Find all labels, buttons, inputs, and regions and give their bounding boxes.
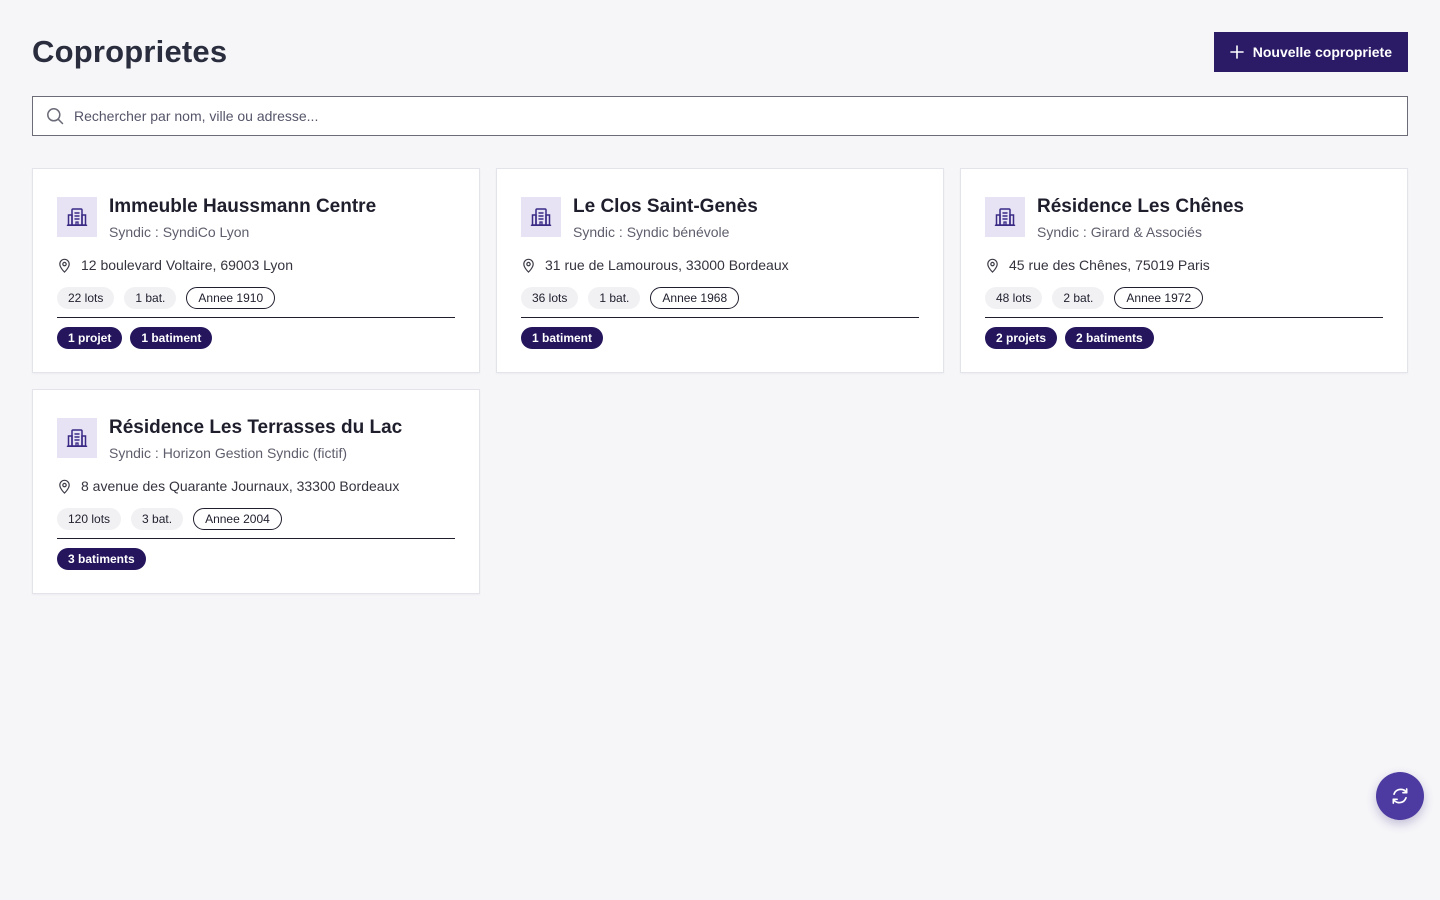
building-icon-box <box>521 197 561 237</box>
map-pin-icon <box>523 258 534 273</box>
building-icon <box>530 208 552 226</box>
page-title: Coproprietes <box>32 34 228 69</box>
count-badge: 3 batiments <box>57 548 146 570</box>
card-heading: Immeuble Haussmann Centre Syndic : SyndiC… <box>109 196 377 241</box>
building-icon <box>66 429 88 447</box>
card-address: 31 rue de Lamourous, 33000 Bordeaux <box>521 257 919 273</box>
card-heading: Résidence Les Chênes Syndic : Girard & As… <box>1037 196 1244 241</box>
copropriete-card[interactable]: Résidence Les Terrasses du Lac Syndic : H… <box>32 389 480 594</box>
map-pin-icon <box>59 258 70 273</box>
card-badges: 2 projets 2 batiments <box>985 327 1383 349</box>
card-title: Résidence Les Chênes <box>1037 196 1244 217</box>
copropriete-grid: Immeuble Haussmann Centre Syndic : SyndiC… <box>32 168 1408 594</box>
card-title: Immeuble Haussmann Centre <box>109 196 377 217</box>
card-title: Résidence Les Terrasses du Lac <box>109 417 403 438</box>
count-badge: 2 projets <box>985 327 1058 349</box>
new-copropriete-label: Nouvelle copropriete <box>1252 44 1392 60</box>
plus-icon <box>1229 45 1244 59</box>
building-icon <box>994 208 1016 226</box>
building-icon-box <box>57 418 97 458</box>
lots-chip: 22 lots <box>57 287 115 309</box>
year-chip: Annee 1910 <box>186 287 276 309</box>
count-badge: 1 batiment <box>521 327 604 349</box>
building-icon-box <box>57 197 97 237</box>
copropriete-card[interactable]: Immeuble Haussmann Centre Syndic : SyndiC… <box>32 168 480 373</box>
building-icon-box <box>985 197 1025 237</box>
year-chip: Annee 1972 <box>1114 287 1204 309</box>
card-badges: 1 projet 1 batiment <box>57 327 455 349</box>
card-address: 8 avenue des Quarante Journaux, 33300 Bo… <box>57 478 455 494</box>
count-badge: 1 batiment <box>130 327 213 349</box>
search-bar <box>32 96 1408 136</box>
copropriete-card[interactable]: Le Clos Saint-Genès Syndic : Syndic bénév… <box>496 168 944 373</box>
count-badge: 1 projet <box>57 327 123 349</box>
card-address: 12 boulevard Voltaire, 69003 Lyon <box>57 257 455 273</box>
bat-chip: 1 bat. <box>124 287 177 309</box>
card-address: 45 rue des Chênes, 75019 Paris <box>985 257 1383 273</box>
bat-chip: 3 bat. <box>131 508 184 530</box>
card-chips: 36 lots 1 bat. Annee 1968 <box>521 287 919 318</box>
address-text: 12 boulevard Voltaire, 69003 Lyon <box>81 257 293 273</box>
year-chip: Annee 1968 <box>650 287 740 309</box>
address-text: 8 avenue des Quarante Journaux, 33300 Bo… <box>81 478 400 494</box>
card-chips: 48 lots 2 bat. Annee 1972 <box>985 287 1383 318</box>
map-pin-icon <box>59 479 70 494</box>
building-icon <box>66 208 88 226</box>
card-syndic: Syndic : Syndic bénévole <box>573 224 730 240</box>
card-heading: Résidence Les Terrasses du Lac Syndic : H… <box>109 417 403 462</box>
refresh-button[interactable] <box>1376 772 1424 820</box>
new-copropriete-button[interactable]: Nouvelle copropriete <box>1213 32 1408 72</box>
search-input[interactable] <box>74 97 1407 135</box>
card-title: Le Clos Saint-Genès <box>573 196 758 217</box>
card-chips: 22 lots 1 bat. Annee 1910 <box>57 287 455 318</box>
card-header: Résidence Les Chênes Syndic : Girard & As… <box>985 197 1383 240</box>
card-header: Résidence Les Terrasses du Lac Syndic : H… <box>57 418 455 461</box>
card-syndic: Syndic : SyndiCo Lyon <box>109 224 250 240</box>
year-chip: Annee 2004 <box>193 508 282 530</box>
card-badges: 1 batiment <box>521 327 919 349</box>
card-heading: Le Clos Saint-Genès Syndic : Syndic bénév… <box>573 196 758 241</box>
card-chips: 120 lots 3 bat. Annee 2004 <box>57 508 455 539</box>
card-syndic: Syndic : Horizon Gestion Syndic (fictif) <box>109 445 348 461</box>
address-text: 45 rue des Chênes, 75019 Paris <box>1009 257 1210 273</box>
map-pin-icon <box>987 258 998 273</box>
lots-chip: 48 lots <box>985 287 1043 309</box>
card-syndic: Syndic : Girard & Associés <box>1037 224 1202 240</box>
count-badge: 2 batiments <box>1065 327 1154 349</box>
refresh-icon <box>1392 788 1408 804</box>
page-header: Coproprietes Nouvelle copropriete <box>32 32 1408 72</box>
search-icon <box>47 108 64 125</box>
card-header: Immeuble Haussmann Centre Syndic : SyndiC… <box>57 197 455 240</box>
copropriete-card[interactable]: Résidence Les Chênes Syndic : Girard & As… <box>960 168 1408 373</box>
bat-chip: 1 bat. <box>588 287 641 309</box>
card-header: Le Clos Saint-Genès Syndic : Syndic bénév… <box>521 197 919 240</box>
bat-chip: 2 bat. <box>1052 287 1105 309</box>
card-badges: 3 batiments <box>57 548 455 570</box>
lots-chip: 36 lots <box>521 287 579 309</box>
lots-chip: 120 lots <box>57 508 122 530</box>
address-text: 31 rue de Lamourous, 33000 Bordeaux <box>545 257 789 273</box>
